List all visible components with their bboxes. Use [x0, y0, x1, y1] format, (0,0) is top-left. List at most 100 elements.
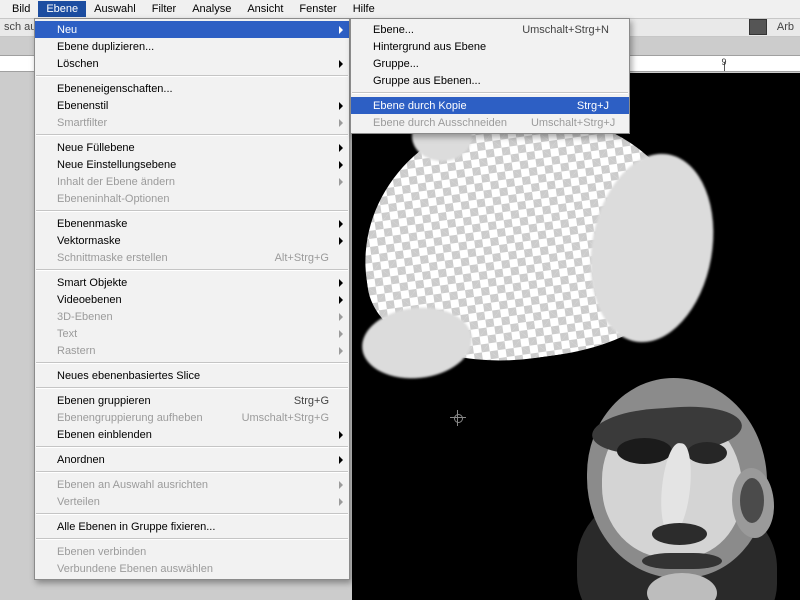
menu-item[interactable]: Ebeneneigenschaften...	[35, 80, 349, 97]
menu-item-label: Ebenen gruppieren	[57, 395, 270, 407]
submenu-arrow-icon	[339, 481, 343, 489]
menu-item[interactable]: Vektormaske	[35, 232, 349, 249]
ebene-dropdown[interactable]: Neu Ebene duplizieren... Löschen Ebeneneige…	[34, 18, 350, 580]
menu-item[interactable]: Neu	[35, 21, 349, 38]
menu-separator	[36, 210, 348, 212]
menu-item[interactable]: Alle Ebenen in Gruppe fixieren...	[35, 518, 349, 535]
menu-item-label: Ebene durch Ausschneiden	[373, 117, 507, 129]
menu-item-label: Ebeneneigenschaften...	[57, 83, 329, 95]
menu-separator	[36, 134, 348, 136]
menu-item[interactable]: Ebene duplizieren...	[35, 38, 349, 55]
menu-separator	[36, 362, 348, 364]
menu-analyse[interactable]: Analyse	[184, 1, 239, 17]
menu-item-shortcut: Alt+Strg+G	[275, 252, 329, 264]
submenu-arrow-icon	[339, 296, 343, 304]
menu-auswahl[interactable]: Auswahl	[86, 1, 144, 17]
menu-item-label: 3D-Ebenen	[57, 311, 329, 323]
cursor-crosshair	[450, 410, 466, 426]
neu-submenu[interactable]: Ebene... Umschalt+Strg+N Hintergrund aus E…	[350, 18, 630, 134]
menu-item-shortcut: Strg+J	[577, 100, 609, 112]
menu-item[interactable]: Löschen	[35, 55, 349, 72]
menu-item[interactable]: Gruppe...	[351, 55, 629, 72]
menu-item-label: Ebenenstil	[57, 100, 329, 112]
menu-separator	[36, 75, 348, 77]
menu-item-label: Ebene...	[373, 24, 498, 36]
menu-item-label: Verteilen	[57, 496, 329, 508]
menu-item-shortcut: Umschalt+Strg+N	[522, 24, 609, 36]
menu-item: Text	[35, 325, 349, 342]
menu-item-label: Ebenen verbinden	[57, 546, 329, 558]
menu-ebene[interactable]: Ebene	[38, 1, 86, 17]
submenu-arrow-icon	[339, 119, 343, 127]
menu-item[interactable]: Neue Einstellungsebene	[35, 156, 349, 173]
submenu-arrow-icon	[339, 279, 343, 287]
submenu-arrow-icon	[339, 161, 343, 169]
menu-item-label: Ebenenmaske	[57, 218, 329, 230]
menu-item[interactable]: Gruppe aus Ebenen...	[351, 72, 629, 89]
menu-item[interactable]: Videoebenen	[35, 291, 349, 308]
menu-ansicht[interactable]: Ansicht	[239, 1, 291, 17]
menu-filter[interactable]: Filter	[144, 1, 184, 17]
menu-item: Inhalt der Ebene ändern	[35, 173, 349, 190]
menu-bild[interactable]: Bild	[4, 1, 38, 17]
menu-item-label: Gruppe aus Ebenen...	[373, 75, 609, 87]
menu-separator	[36, 269, 348, 271]
portrait-face	[547, 338, 787, 600]
menu-item-label: Neues ebenenbasiertes Slice	[57, 370, 329, 382]
menu-item-label: Löschen	[57, 58, 329, 70]
menu-item[interactable]: Hintergrund aus Ebene	[351, 38, 629, 55]
toolbar-icon[interactable]	[749, 19, 767, 35]
menu-item-label: Inhalt der Ebene ändern	[57, 176, 329, 188]
menu-item-label: Videoebenen	[57, 294, 329, 306]
menu-item[interactable]: Ebenen einblenden	[35, 426, 349, 443]
menubar[interactable]: Bild Ebene Auswahl Filter Analyse Ansich…	[0, 0, 800, 19]
menu-item[interactable]: Ebene... Umschalt+Strg+N	[351, 21, 629, 38]
menu-separator	[36, 446, 348, 448]
submenu-arrow-icon	[339, 178, 343, 186]
menu-item-label: Ebene duplizieren...	[57, 41, 329, 53]
options-right-fragment: Arb	[777, 21, 794, 33]
menu-item-label: Ebeneninhalt-Optionen	[57, 193, 329, 205]
menu-item-label: Ebenen einblenden	[57, 429, 329, 441]
submenu-arrow-icon	[339, 330, 343, 338]
menu-separator	[36, 471, 348, 473]
menu-item: Schnittmaske erstellen Alt+Strg+G	[35, 249, 349, 266]
submenu-arrow-icon	[339, 456, 343, 464]
menu-item-label: Rastern	[57, 345, 329, 357]
menu-item[interactable]: Ebene durch KopieStrg+J	[351, 97, 629, 114]
menu-separator	[36, 538, 348, 540]
menu-item-label: Neu	[57, 24, 329, 36]
document-canvas[interactable]	[352, 73, 800, 600]
menu-item-shortcut: Strg+G	[294, 395, 329, 407]
menu-item: Ebeneninhalt-Optionen	[35, 190, 349, 207]
menu-item[interactable]: Ebenenstil	[35, 97, 349, 114]
menu-item[interactable]: Ebenen gruppieren Strg+G	[35, 392, 349, 409]
submenu-arrow-icon	[339, 498, 343, 506]
menu-hilfe[interactable]: Hilfe	[345, 1, 383, 17]
menu-item[interactable]: Neues ebenenbasiertes Slice	[35, 367, 349, 384]
menu-item: Ebenen an Auswahl ausrichten	[35, 476, 349, 493]
menu-item: Ebene durch AusschneidenUmschalt+Strg+J	[351, 114, 629, 131]
menu-item: Rastern	[35, 342, 349, 359]
submenu-arrow-icon	[339, 313, 343, 321]
menu-item-label: Verbundene Ebenen auswählen	[57, 563, 329, 575]
menu-item-label: Vektormaske	[57, 235, 329, 247]
menu-item-shortcut: Umschalt+Strg+G	[242, 412, 329, 424]
menu-item: Verteilen	[35, 493, 349, 510]
menu-item-label: Schnittmaske erstellen	[57, 252, 251, 264]
ruler-tick-9: 9	[721, 57, 726, 67]
menu-fenster[interactable]: Fenster	[291, 1, 344, 17]
menu-item[interactable]: Neue Füllebene	[35, 139, 349, 156]
menu-item-label: Hintergrund aus Ebene	[373, 41, 609, 53]
menu-item-label: Neue Füllebene	[57, 142, 329, 154]
submenu-arrow-icon	[339, 144, 343, 152]
submenu-arrow-icon	[339, 431, 343, 439]
menu-item[interactable]: Ebenenmaske	[35, 215, 349, 232]
menu-item[interactable]: Smart Objekte	[35, 274, 349, 291]
menu-item-label: Gruppe...	[373, 58, 609, 70]
menu-item-label: Smartfilter	[57, 117, 329, 129]
submenu-arrow-icon	[339, 220, 343, 228]
menu-item: Ebenen verbinden	[35, 543, 349, 560]
menu-item: Smartfilter	[35, 114, 349, 131]
menu-item[interactable]: Anordnen	[35, 451, 349, 468]
